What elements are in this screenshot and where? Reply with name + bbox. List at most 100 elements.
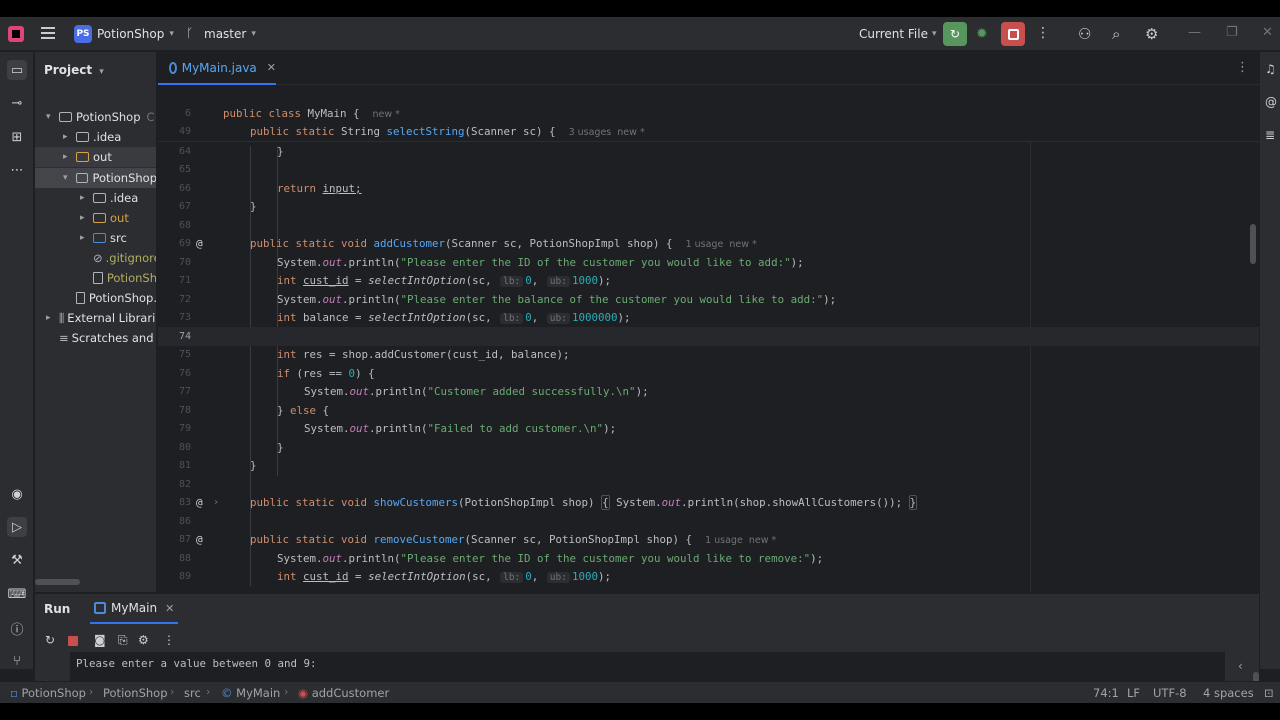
rerun-icon[interactable]: ↻: [45, 633, 55, 647]
chevron-up-icon[interactable]: ‹: [1238, 659, 1243, 673]
debug-button[interactable]: ✹: [976, 26, 988, 42]
close-tab-icon[interactable]: ✕: [165, 602, 174, 615]
exit-icon[interactable]: ⎘: [118, 633, 128, 648]
editor-vertical-scrollbar[interactable]: [1250, 224, 1256, 264]
breadcrumb-src[interactable]: src: [184, 686, 201, 700]
line-separator[interactable]: LF: [1127, 686, 1140, 700]
code-line[interactable]: 64 }: [158, 142, 1259, 161]
rerun-button[interactable]: ↻: [943, 22, 967, 46]
ai-assistant-icon[interactable]: @: [1265, 95, 1277, 109]
tree-item-external-libraries[interactable]: ▸ ⫼ External Librari: [35, 308, 156, 328]
project-badge[interactable]: PS: [74, 25, 92, 43]
code-line[interactable]: 89 int cust_id = selectIntOption(sc, lb:…: [158, 568, 1259, 587]
code-line[interactable]: 77 System.out.println("Customer added su…: [158, 383, 1259, 402]
run-config-selector[interactable]: Current File ▾: [859, 27, 937, 41]
code-line[interactable]: 83 @ › public static void showCustomers(…: [158, 494, 1259, 513]
breadcrumb-class[interactable]: © MyMain: [221, 686, 280, 700]
code-line[interactable]: 66 return input;: [158, 179, 1259, 198]
project-tool-folder-icon[interactable]: ▭: [7, 60, 27, 80]
code-line[interactable]: 82: [158, 475, 1259, 494]
code-line[interactable]: 78 } else {: [158, 401, 1259, 420]
indent-setting[interactable]: 4 spaces: [1203, 686, 1254, 700]
search-icon[interactable]: ⌕: [1112, 25, 1120, 43]
code-line[interactable]: 79 System.out.println("Failed to add cus…: [158, 420, 1259, 439]
tree-item-gitignore[interactable]: ⊘ .gitignore: [35, 248, 156, 268]
tree-item-iml[interactable]: PotionSh: [35, 268, 156, 288]
stop-button[interactable]: [1001, 22, 1025, 46]
lock-icon[interactable]: ⊡: [1264, 686, 1274, 700]
minimize-icon[interactable]: —: [1188, 25, 1201, 40]
tree-item-out-nested[interactable]: ▸ out: [35, 208, 156, 228]
code-line[interactable]: 69 @ public static void addCustomer(Scan…: [158, 235, 1259, 254]
tree-item-potionshop-file[interactable]: PotionShop.: [35, 288, 156, 308]
more-actions-icon[interactable]: ⋮: [1036, 25, 1050, 41]
folded-region[interactable]: }: [908, 495, 918, 511]
sticky-line[interactable]: 49 public static String selectString(Sca…: [158, 122, 1259, 141]
breadcrumb-root[interactable]: ▫ PotionShop: [10, 686, 86, 700]
services-icon[interactable]: ◉: [7, 484, 27, 504]
code-line[interactable]: 76 if (res == 0) {: [158, 364, 1259, 383]
project-horizontal-scrollbar[interactable]: [35, 579, 156, 585]
more-tools-icon[interactable]: ⋯: [7, 160, 27, 180]
override-marker-icon[interactable]: @: [196, 533, 203, 546]
problems-icon[interactable]: ⓘ: [7, 618, 27, 638]
tree-item-scratches[interactable]: ≡ Scratches and: [35, 328, 156, 348]
code-line[interactable]: 75 int res = shop.addCustomer(cust_id, b…: [158, 346, 1259, 365]
database-icon[interactable]: ≣: [1265, 128, 1275, 142]
code-line[interactable]: 71 int cust_id = selectIntOption(sc, lb:…: [158, 272, 1259, 291]
code-editor[interactable]: ✓3 ⌃ ⌄ 6 public class MyMain { new * 49 …: [158, 86, 1259, 592]
more-actions-icon[interactable]: ⋮: [163, 633, 175, 647]
maximize-icon[interactable]: ❐: [1226, 25, 1238, 40]
override-marker-icon[interactable]: @: [196, 496, 203, 509]
code-line[interactable]: 72 System.out.println("Please enter the …: [158, 290, 1259, 309]
settings-gear-icon[interactable]: ⚙: [1145, 25, 1158, 43]
fold-chevron-icon[interactable]: ›: [213, 497, 219, 508]
main-menu-icon[interactable]: [41, 27, 55, 39]
folded-region[interactable]: {: [601, 495, 610, 511]
build-hammer-icon[interactable]: ⚒: [7, 550, 27, 570]
branch-switcher[interactable]: master ▾: [204, 27, 256, 41]
code-line[interactable]: 68: [158, 216, 1259, 235]
code-text: public static void addCustomer(Scanner s…: [250, 237, 757, 251]
file-encoding[interactable]: UTF-8: [1153, 686, 1187, 700]
tree-item-idea-nested[interactable]: ▸ .idea: [35, 188, 156, 208]
commit-icon[interactable]: ⊸: [7, 93, 27, 113]
project-panel-header[interactable]: Project ▾: [44, 63, 104, 77]
code-line[interactable]: 80 }: [158, 438, 1259, 457]
tree-item-idea[interactable]: ▸ .idea: [35, 127, 156, 147]
project-switcher[interactable]: PotionShop ▾: [97, 27, 174, 41]
breadcrumb-module[interactable]: PotionShop: [103, 686, 168, 700]
sticky-line[interactable]: 6 public class MyMain { new *: [158, 104, 1259, 123]
settings-icon[interactable]: ⚙: [138, 633, 149, 647]
camera-icon[interactable]: ◙: [94, 633, 106, 647]
code-line[interactable]: 88 System.out.println("Please enter the …: [158, 549, 1259, 568]
code-line[interactable]: 65: [158, 161, 1259, 180]
code-line-current[interactable]: 74: [158, 327, 1259, 346]
close-tab-icon[interactable]: ✕: [267, 61, 276, 74]
notifications-icon[interactable]: ♫: [1265, 62, 1276, 76]
more-tabs-icon[interactable]: ⋮: [1236, 60, 1249, 75]
tab-mymain-java[interactable]: MyMain.java ✕: [158, 52, 276, 85]
breadcrumb-method[interactable]: ◉ addCustomer: [298, 686, 389, 700]
close-window-icon[interactable]: ✕: [1262, 25, 1273, 40]
code-line[interactable]: 81 }: [158, 457, 1259, 476]
code-line[interactable]: 67 }: [158, 198, 1259, 217]
override-marker-icon[interactable]: @: [196, 237, 203, 250]
code-line[interactable]: 73 int balance = selectIntOption(sc, lb:…: [158, 309, 1259, 328]
app-logo-icon[interactable]: [8, 26, 24, 42]
tree-item-out[interactable]: ▸ out: [35, 147, 156, 167]
git-icon[interactable]: ⑂: [7, 651, 27, 671]
code-line[interactable]: 86: [158, 512, 1259, 531]
terminal-icon[interactable]: ⌨: [7, 584, 27, 604]
code-line[interactable]: 87 @ public static void removeCustomer(S…: [158, 531, 1259, 550]
code-with-me-icon[interactable]: ⚇: [1078, 25, 1091, 43]
tree-item-src[interactable]: ▸ src: [35, 228, 156, 248]
tree-item-potionshop-module[interactable]: ▾ PotionShop: [35, 168, 156, 188]
structure-icon[interactable]: ⊞: [7, 127, 27, 147]
caret-position[interactable]: 74:1: [1093, 686, 1119, 700]
run-tab-mymain[interactable]: MyMain ✕: [90, 594, 179, 624]
stop-icon[interactable]: [68, 636, 78, 646]
tree-item-root[interactable]: ▾ PotionShop C: [35, 107, 156, 127]
code-line[interactable]: 70 System.out.println("Please enter the …: [158, 253, 1259, 272]
run-tool-icon[interactable]: ▷: [7, 517, 27, 537]
